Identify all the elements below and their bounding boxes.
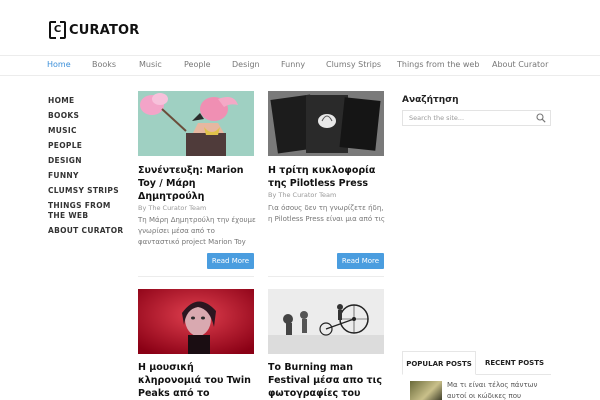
flamingo-portrait-image	[138, 91, 254, 156]
popular-post-thumbnail[interactable]	[410, 381, 442, 400]
sidebar-item-home[interactable]: HOME	[48, 96, 74, 106]
nav-item-funny[interactable]: Funny	[281, 60, 305, 69]
nav-item-people[interactable]: People	[184, 60, 211, 69]
post-thumbnail[interactable]	[268, 289, 384, 354]
post-meta: By The Curator Team	[268, 191, 337, 199]
nav-item-home[interactable]: Home	[47, 60, 71, 69]
sidebar-item-things-from-the-web[interactable]: THINGS FROM THE WEB	[48, 201, 128, 221]
search-icon[interactable]	[536, 113, 546, 123]
sidebar-item-people[interactable]: PEOPLE	[48, 141, 82, 151]
post-title[interactable]: Συνέντευξη: Marion Toy / Μάρη Δημητρούλη	[138, 164, 256, 203]
nav-item-books[interactable]: Books	[92, 60, 116, 69]
tab-recent-posts[interactable]: RECENT POSTS	[478, 351, 551, 375]
sidebar-item-about-curator[interactable]: ABOUT CURATOR	[48, 226, 123, 236]
posts-widget-tabs: POPULAR POSTS RECENT POSTS	[402, 351, 551, 375]
site-logo[interactable]: C CURATOR	[49, 21, 140, 39]
post-divider	[268, 276, 384, 277]
post-title[interactable]: Η τρίτη κυκλοφορία της Pilotless Press	[268, 164, 386, 190]
nav-item-about-curator[interactable]: About Curator	[492, 60, 548, 69]
nav-item-design[interactable]: Design	[232, 60, 260, 69]
site-header: C CURATOR	[0, 0, 600, 55]
search-input[interactable]: Search the site...	[402, 110, 551, 126]
popular-post-title[interactable]: Μα τι είναι τέλος πάντων αυτοί οι κώδικε…	[447, 380, 551, 400]
read-more-button[interactable]: Read More	[337, 253, 384, 269]
sidebar-item-books[interactable]: BOOKS	[48, 111, 79, 121]
post-meta: By The Curator Team	[138, 204, 207, 212]
read-more-button[interactable]: Read More	[207, 253, 254, 269]
tab-popular-posts[interactable]: POPULAR POSTS	[402, 351, 476, 375]
main-nav: Home Books Music People Design Funny Clu…	[0, 55, 600, 76]
post-excerpt: Για όσους δεν τη γνωρίζετε ήδη, η Pilotl…	[268, 204, 386, 223]
post-title[interactable]: Το Burning man Festival μέσα απο τις φωτ…	[268, 361, 386, 400]
sidebar-item-design[interactable]: DESIGN	[48, 156, 82, 166]
book-covers-image	[268, 91, 384, 156]
sidebar-item-funny[interactable]: FUNNY	[48, 171, 79, 181]
logo-text: CURATOR	[69, 22, 140, 38]
search-placeholder: Search the site...	[409, 114, 465, 122]
post-title[interactable]: Η μουσική κληρονομιά του Twin Peaks από …	[138, 361, 256, 400]
nav-item-clumsy-strips[interactable]: Clumsy Strips	[326, 60, 381, 69]
sidebar-item-clumsy-strips[interactable]: CLUMSY STRIPS	[48, 186, 119, 196]
nav-item-music[interactable]: Music	[139, 60, 162, 69]
sidebar-item-music[interactable]: MUSIC	[48, 126, 77, 136]
search-widget-title: Αναζήτηση	[402, 95, 459, 105]
nav-item-things-from-the-web[interactable]: Things from the web	[397, 60, 479, 69]
post-thumbnail[interactable]	[138, 91, 254, 156]
post-thumbnail[interactable]	[138, 289, 254, 354]
logo-mark-icon: C	[49, 21, 66, 39]
post-divider	[138, 276, 254, 277]
twin-peaks-portrait-image	[138, 289, 254, 354]
post-thumbnail[interactable]	[268, 91, 384, 156]
post-excerpt: Τη Μάρη Δημητρούλη την έχουμε γνωρίσει μ…	[138, 216, 256, 246]
burning-man-bicycle-image	[268, 289, 384, 354]
